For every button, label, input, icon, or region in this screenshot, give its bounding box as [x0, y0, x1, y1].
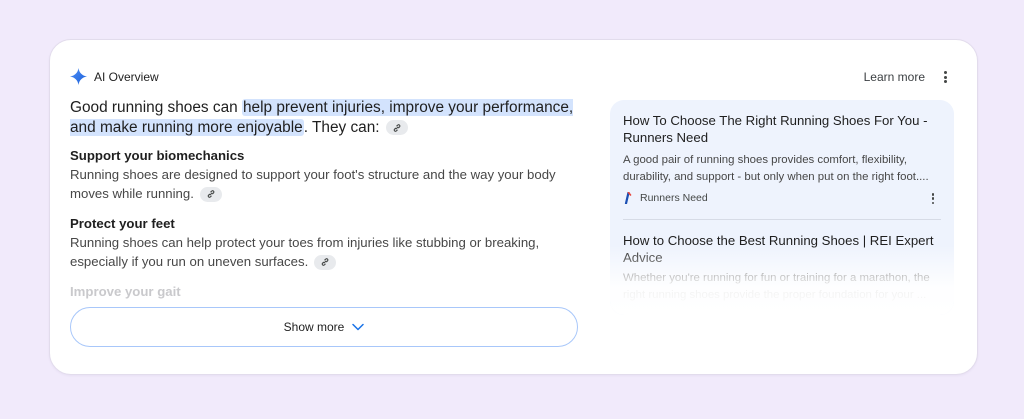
source-snippet: Whether you're running for fun or traini…	[623, 272, 930, 301]
chevron-down-icon	[352, 323, 365, 331]
more-vert-icon[interactable]	[940, 70, 950, 84]
source-site-name: Runners Need	[640, 192, 708, 204]
source-more-icon[interactable]	[930, 193, 936, 204]
source-title[interactable]: How To Choose The Right Running Shoes Fo…	[623, 100, 941, 146]
source-meta: Runners Need	[623, 192, 941, 204]
section-heading: Protect your feet	[70, 216, 175, 231]
section-body-text: Running shoes are designed to support yo…	[70, 167, 556, 201]
sparkle-icon	[70, 68, 87, 85]
ai-overview-header: AI Overview	[70, 68, 159, 85]
source-card[interactable]: How to Choose the Best Running Shoes | R…	[610, 220, 954, 304]
overview-lead: Good running shoes can help prevent inju…	[70, 98, 580, 138]
runners-need-favicon	[624, 192, 632, 204]
ai-overview-title: AI Overview	[94, 69, 159, 84]
section-body: Running shoes are designed to support yo…	[70, 166, 580, 203]
source-title[interactable]: How to Choose the Best Running Shoes | R…	[623, 220, 941, 266]
overview-content: Good running shoes can help prevent inju…	[70, 98, 580, 299]
section-body-text: Running shoes can help protect your toes…	[70, 235, 540, 269]
sources-panel: How To Choose The Right Running Shoes Fo…	[610, 100, 954, 315]
link-icon[interactable]	[385, 120, 408, 136]
link-icon[interactable]	[199, 186, 222, 202]
faded-section-heading: Improve your gait	[70, 284, 181, 299]
section-body: Running shoes can help protect your toes…	[70, 234, 580, 271]
show-more-label: Show more	[283, 320, 345, 334]
source-card[interactable]: How To Choose The Right Running Shoes Fo…	[610, 100, 954, 204]
learn-more-link[interactable]: Learn more	[864, 70, 925, 84]
lead-text: Good running shoes can	[70, 99, 242, 116]
lead-text-end: . They can:	[303, 119, 380, 136]
section-heading: Support your biomechanics	[70, 148, 245, 163]
source-snippet: A good pair of running shoes provides co…	[623, 154, 929, 183]
ai-overview-card: AI Overview Learn more Good running shoe…	[49, 39, 978, 375]
show-more-button[interactable]: Show more	[70, 307, 578, 347]
link-icon[interactable]	[313, 254, 336, 270]
